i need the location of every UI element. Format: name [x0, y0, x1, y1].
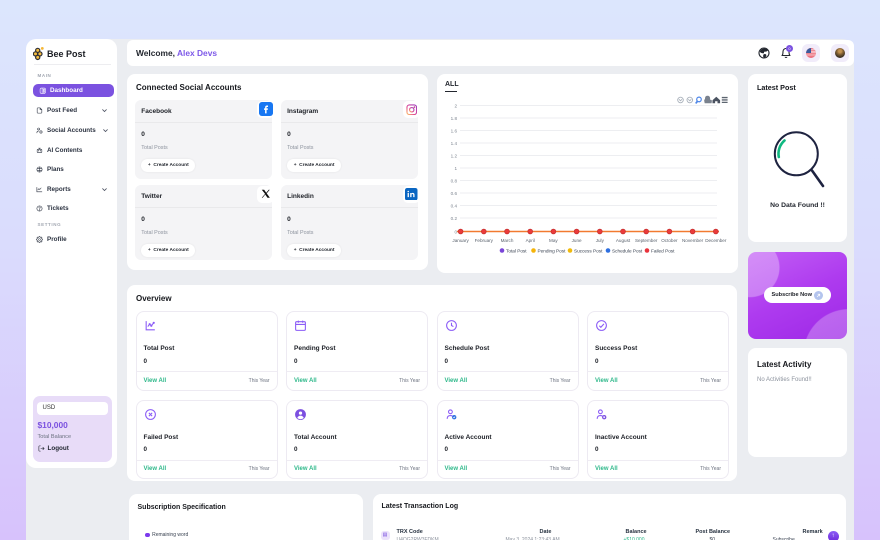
svg-text:0.2: 0.2	[451, 216, 458, 221]
svg-text:2: 2	[454, 104, 457, 109]
svg-text:Success Post: Success Post	[574, 249, 603, 254]
svg-text:April: April	[526, 238, 535, 243]
svg-text:0.8: 0.8	[451, 179, 458, 184]
svg-text:May: May	[549, 238, 558, 243]
svg-text:August: August	[616, 238, 631, 243]
svg-text:July: July	[596, 238, 605, 243]
svg-text:February: February	[475, 238, 494, 243]
svg-text:December: December	[705, 238, 727, 243]
svg-text:January: January	[452, 238, 469, 243]
svg-text:June: June	[572, 238, 582, 243]
svg-text:1.6: 1.6	[451, 129, 458, 134]
svg-text:1.4: 1.4	[451, 141, 458, 146]
svg-text:0.6: 0.6	[451, 191, 458, 196]
svg-text:November: November	[682, 238, 704, 243]
svg-text:0: 0	[454, 230, 457, 235]
svg-text:1: 1	[454, 166, 457, 171]
svg-text:Total Post: Total Post	[506, 249, 527, 254]
svg-text:0.4: 0.4	[451, 204, 458, 209]
svg-text:March: March	[501, 238, 514, 243]
svg-text:Pending Post: Pending Post	[538, 249, 567, 254]
svg-text:Schedule Post: Schedule Post	[612, 249, 643, 254]
svg-text:1.8: 1.8	[451, 116, 458, 121]
svg-text:October: October	[661, 238, 678, 243]
svg-text:September: September	[635, 238, 658, 243]
svg-text:Failed Post: Failed Post	[651, 249, 675, 254]
svg-text:1.2: 1.2	[451, 154, 458, 159]
